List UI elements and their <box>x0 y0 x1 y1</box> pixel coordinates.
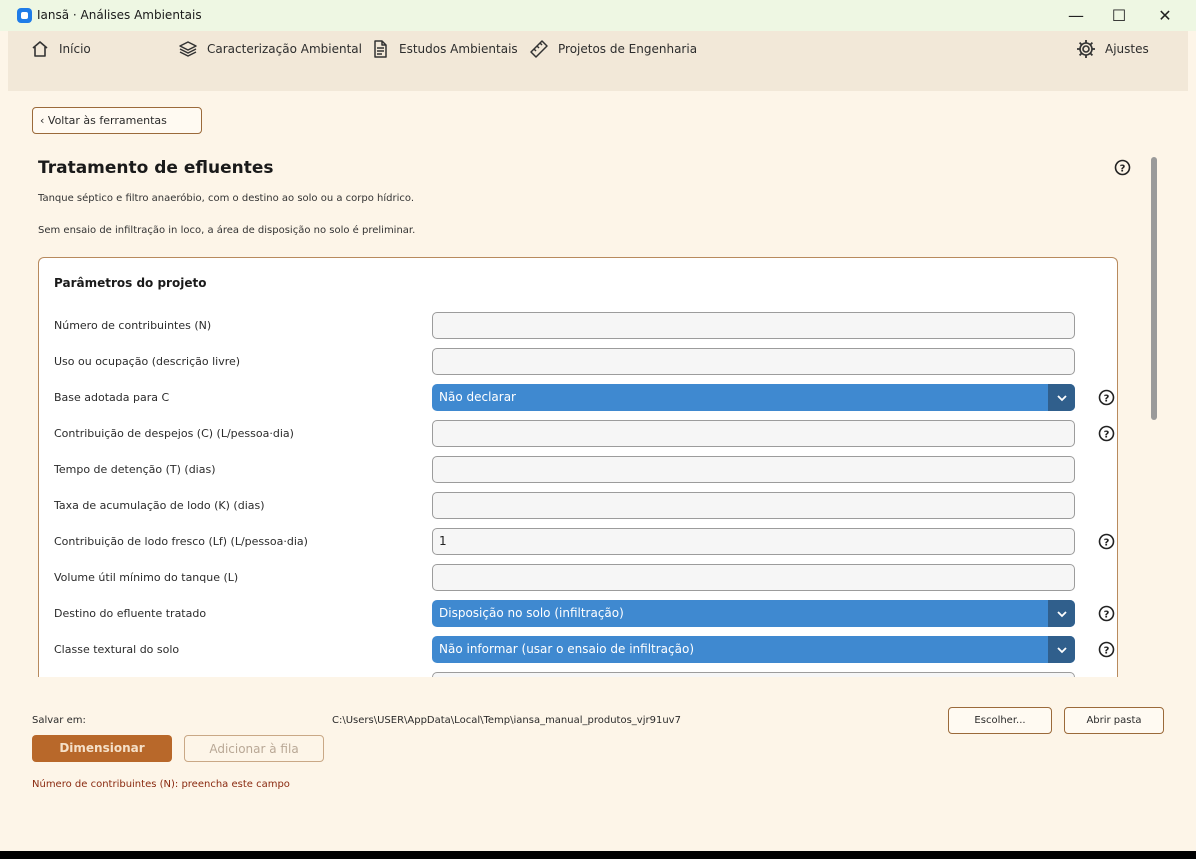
back-to-tools-button[interactable]: ‹ Voltar às ferramentas <box>32 107 202 134</box>
field-label: Taxa de acumulação de lodo (K) (dias) <box>54 499 265 512</box>
field-value: Não declarar <box>439 390 516 404</box>
field-label: Contribuição de despejos (C) (L/pessoa·d… <box>54 427 294 440</box>
field-value: Não informar (usar o ensaio de infiltraç… <box>439 642 694 656</box>
field-label: Uso ou ocupação (descrição livre) <box>54 355 241 368</box>
window-title: Iansã · Análises Ambientais <box>37 8 202 22</box>
field-label: Contribuição de lodo fresco (Lf) (L/pess… <box>54 535 308 548</box>
text-input[interactable] <box>432 420 1075 447</box>
ruler-icon <box>530 40 548 58</box>
field-label: Número de contribuintes (N) <box>54 319 212 332</box>
home-icon <box>32 41 48 57</box>
svg-text:?: ? <box>1120 163 1126 174</box>
dropdown-select[interactable]: Não informar (usar o ensaio de infiltraç… <box>432 636 1075 663</box>
field-label: Destino do efluente tratado <box>54 607 207 620</box>
vertical-scrollbar[interactable] <box>1151 157 1157 420</box>
app-window: Iansã · Análises Ambientais — ☐ ✕ Início… <box>0 0 1196 851</box>
nav-label-estudos: Estudos Ambientais <box>399 42 518 56</box>
chevron-down-icon[interactable] <box>1048 636 1075 663</box>
chevron-down-icon[interactable] <box>1048 600 1075 627</box>
layers-icon <box>179 41 197 57</box>
field-label: Tempo de detenção (T) (dias) <box>54 463 216 476</box>
svg-text:?: ? <box>1104 537 1110 548</box>
nav-item-estudos[interactable]: Estudos Ambientais <box>370 39 518 59</box>
dropdown-select[interactable]: Não declarar <box>432 384 1075 411</box>
field-label: Volume útil mínimo do tanque (L) <box>54 571 239 584</box>
help-icon[interactable]: ? <box>1098 533 1115 550</box>
minimize-button[interactable]: — <box>1053 0 1099 31</box>
validation-error: Número de contribuintes (N): preencha es… <box>32 779 290 790</box>
svg-text:?: ? <box>1104 393 1110 404</box>
field-label: Classe textural do solo <box>54 643 180 656</box>
nav-item-caracterizacao[interactable]: Caracterização Ambiental <box>178 39 362 59</box>
help-icon[interactable]: ? <box>1098 425 1115 442</box>
svg-text:?: ? <box>1104 645 1110 656</box>
help-icon[interactable]: ? <box>1098 389 1115 406</box>
help-icon[interactable]: ? <box>1098 605 1115 622</box>
project-parameters-panel: Parâmetros do projeto Número de contribu… <box>38 257 1118 677</box>
gear-icon <box>1077 40 1095 58</box>
document-icon <box>374 40 387 58</box>
nav-label-caracterizacao: Caracterização Ambiental <box>207 42 362 56</box>
panel-title: Parâmetros do projeto <box>54 276 207 290</box>
text-input[interactable]: 1 <box>432 528 1075 555</box>
page-title: Tratamento de efluentes <box>38 158 274 178</box>
close-button[interactable]: ✕ <box>1142 0 1188 31</box>
text-input[interactable] <box>432 348 1075 375</box>
field-label: Base adotada para C <box>54 391 170 404</box>
page-description: Tanque séptico e filtro anaeróbio, com o… <box>38 193 415 204</box>
text-input[interactable] <box>432 564 1075 591</box>
help-icon[interactable]: ? <box>1114 159 1131 176</box>
dimension-button[interactable]: Dimensionar <box>32 735 172 762</box>
save-path: C:\Users\USER\AppData\Local\Temp\iansa_m… <box>332 715 681 726</box>
save-location-label: Salvar em: <box>32 715 86 726</box>
nav-item-ajustes[interactable]: Ajustes <box>1076 39 1149 59</box>
nav-label-projetos: Projetos de Engenharia <box>558 42 698 56</box>
choose-folder-button[interactable]: Escolher... <box>948 707 1052 734</box>
nav-label-inicio: Início <box>59 42 91 56</box>
open-folder-button[interactable]: Abrir pasta <box>1064 707 1164 734</box>
text-input[interactable] <box>432 312 1075 339</box>
nav-item-inicio[interactable]: Início <box>30 39 91 59</box>
add-to-queue-button: Adicionar à fila <box>184 735 324 762</box>
title-bar: Iansã · Análises Ambientais — ☐ ✕ <box>0 0 1196 31</box>
text-input[interactable] <box>432 672 1075 677</box>
help-icon[interactable]: ? <box>1098 641 1115 658</box>
chevron-down-icon[interactable] <box>1048 384 1075 411</box>
dropdown-select[interactable]: Disposição no solo (infiltração) <box>432 600 1075 627</box>
page-note: Sem ensaio de infiltração in loco, a áre… <box>38 225 416 236</box>
text-input[interactable] <box>432 492 1075 519</box>
text-input[interactable] <box>432 456 1075 483</box>
nav-label-ajustes: Ajustes <box>1105 42 1149 56</box>
nav-item-projetos[interactable]: Projetos de Engenharia <box>529 39 697 59</box>
svg-text:?: ? <box>1104 609 1110 620</box>
main-content: ‹ Voltar às ferramentas Tratamento de ef… <box>8 91 1188 851</box>
top-navigation: Início Caracterização Ambiental Estudos … <box>8 31 1188 91</box>
svg-text:?: ? <box>1104 429 1110 440</box>
field-value: Disposição no solo (infiltração) <box>439 606 624 620</box>
app-icon <box>17 8 32 23</box>
field-value: 1 <box>439 534 447 548</box>
maximize-button[interactable]: ☐ <box>1096 0 1142 31</box>
